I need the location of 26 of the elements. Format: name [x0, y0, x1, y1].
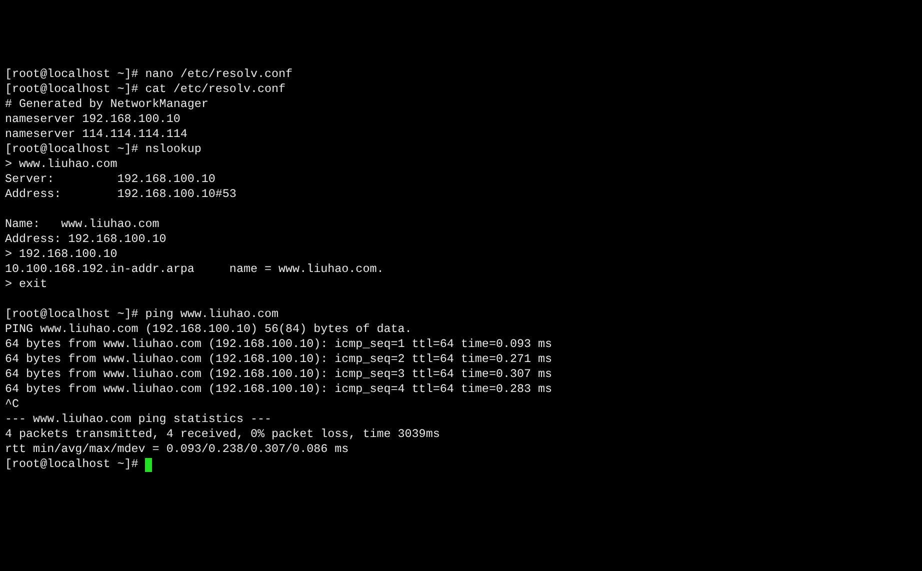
- terminal-line: --- www.liuhao.com ping statistics ---: [5, 412, 272, 427]
- terminal-line: 64 bytes from www.liuhao.com (192.168.100.10): icmp_seq=4 ttl=64 time=0.283 ms: [5, 382, 552, 397]
- terminal-line: 64 bytes from www.liuhao.com (192.168.100.10): icmp_seq=3 ttl=64 time=0.307 ms: [5, 367, 552, 382]
- terminal-line: [root@localhost ~]# nano /etc/resolv.conf: [5, 67, 293, 82]
- terminal-line: > 192.168.100.10: [5, 247, 118, 262]
- terminal-line: rtt min/avg/max/mdev = 0.093/0.238/0.307/0.086 ms: [5, 442, 349, 457]
- terminal-line: Name: www.liuhao.com: [5, 217, 160, 232]
- terminal-line: 10.100.168.192.in-addr.arpa name = www.liuhao.com.: [5, 262, 384, 277]
- terminal-line: # Generated by NetworkManager: [5, 97, 208, 112]
- text-cursor: [145, 458, 152, 472]
- terminal-line: [root@localhost ~]# ping www.liuhao.com: [5, 307, 279, 322]
- terminal-line: [root@localhost ~]# nslookup: [5, 142, 202, 157]
- terminal-line: nameserver 192.168.100.10: [5, 112, 180, 127]
- terminal-line: > exit: [5, 277, 48, 292]
- terminal-line: PING www.liuhao.com (192.168.100.10) 56(84) bytes of data.: [5, 322, 412, 337]
- terminal-line: ^C: [5, 397, 20, 412]
- terminal-line: Server: 192.168.100.10: [5, 172, 216, 187]
- terminal-line: 4 packets transmitted, 4 received, 0% packet loss, time 3039ms: [5, 427, 440, 442]
- terminal-line: 64 bytes from www.liuhao.com (192.168.100.10): icmp_seq=1 ttl=64 time=0.093 ms: [5, 337, 552, 352]
- terminal-line: [root@localhost ~]# cat /etc/resolv.conf: [5, 82, 286, 97]
- terminal-line: > www.liuhao.com: [5, 157, 118, 172]
- terminal-line: 64 bytes from www.liuhao.com (192.168.100.10): icmp_seq=2 ttl=64 time=0.271 ms: [5, 352, 552, 367]
- terminal-line: nameserver 114.114.114.114: [5, 127, 188, 142]
- terminal-line: Address: 192.168.100.10: [5, 232, 166, 247]
- terminal-prompt: [root@localhost ~]#: [5, 457, 138, 472]
- terminal-line: Address: 192.168.100.10#53: [5, 187, 236, 202]
